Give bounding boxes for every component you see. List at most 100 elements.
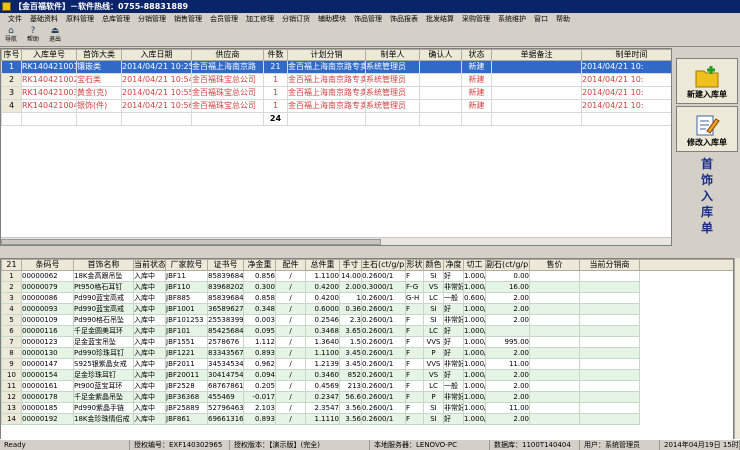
table-cell: 2.00 — [485, 391, 530, 403]
table-cell: 0.3000/1 — [361, 281, 406, 293]
column-header[interactable]: 形状 — [405, 259, 424, 271]
column-header[interactable]: 入库日期 — [121, 49, 192, 61]
column-header[interactable]: 当前分销商 — [579, 259, 640, 271]
table-row[interactable]: 14 00000192 18K金珍珠情侣戒 入库中 JBF861 69661316 0.89… — [1, 413, 734, 425]
table-cell: 1.1100 — [305, 270, 340, 282]
toolbar-help-button[interactable]: ? 帮助 — [22, 25, 44, 47]
column-header[interactable]: 手寸 — [339, 259, 362, 271]
table-cell: 1.000/1 — [463, 270, 486, 282]
table-cell: 85425684 — [207, 325, 244, 337]
table-cell: 金百福珠宝总公司 — [191, 86, 264, 100]
table-row[interactable]: 8 00000130 Pd990珍珠耳钉 入库中 JBF1221 83343567 0.89… — [1, 347, 734, 359]
menu-item[interactable]: 原料管理 — [62, 13, 98, 25]
table-row[interactable]: 1 00000062 18K金高跟吊坠 入库中 JBF11 85839684 0.856/1… — [1, 270, 734, 282]
column-header[interactable]: 净金重 — [243, 259, 276, 271]
column-header[interactable]: 首饰名称 — [73, 259, 134, 271]
menu-item[interactable]: 加工修理 — [242, 13, 278, 25]
table-row[interactable]: 12 00000178 千足金紫晶吊坠 入库中 JBF36368 455469 -0.017… — [1, 391, 734, 403]
column-header[interactable]: 配件 — [275, 259, 306, 271]
column-header[interactable]: 入库单号 — [21, 49, 77, 61]
menu-item[interactable]: 总库管理 — [98, 13, 134, 25]
edit-inbound-button[interactable]: 修改入库单 — [676, 106, 738, 152]
table-row[interactable]: 1 RK140421001 镶嵌类 2014/04/21 10:25 金百福上海南京路 2… — [1, 60, 671, 74]
menu-item[interactable]: 销售管理 — [170, 13, 206, 25]
table-row[interactable]: 5 00000109 Pd990格石吊坠 入库中 JBF101253 25538399 0.… — [1, 314, 734, 326]
table-row[interactable]: 2 00000079 Pt950格石耳钉 入库中 JBF110 83968202 0.300… — [1, 281, 734, 293]
column-header[interactable]: 确认人 — [419, 49, 462, 61]
table-cell: / — [275, 369, 306, 381]
table-cell: 3.56 — [339, 402, 362, 414]
column-header[interactable]: 首饰大类 — [76, 49, 122, 61]
column-header[interactable]: 制单时间 — [581, 49, 671, 61]
table-cell: 2014/04/21 10:55 — [121, 86, 192, 100]
table-row[interactable]: 9 00000147 S925银紫晶女戒 入库中 JBF2011 34534534 0.96… — [1, 358, 734, 370]
column-header[interactable]: 制单人 — [365, 49, 420, 61]
column-header[interactable]: 计划分销 — [287, 49, 366, 61]
column-header[interactable]: 总件重 — [305, 259, 340, 271]
column-header[interactable]: 条码号 — [21, 259, 74, 271]
menu-item[interactable]: 饰品报表 — [386, 13, 422, 25]
column-header[interactable]: 售价 — [529, 259, 580, 271]
menu-item[interactable]: 饰品管理 — [350, 13, 386, 25]
upper-horizontal-scrollbar[interactable] — [1, 237, 671, 245]
table-cell: 2014/04/21 10:25 — [121, 60, 192, 74]
table-cell: 00000093 — [21, 303, 74, 315]
table-row[interactable]: 7 00000123 足金蓝宝吊坠 入库中 JBF1551 2578676 1.112/1.… — [1, 336, 734, 348]
vertical-title: 首饰入库单 — [699, 156, 715, 236]
menu-item[interactable]: 窗口 — [530, 13, 552, 25]
toolbar-navigate-button[interactable]: ⌂ 导航 — [0, 25, 22, 47]
table-row[interactable]: 13 00000185 Pd990紫晶手链 入库中 JBF25889 52796463 2.… — [1, 402, 734, 414]
table-cell: / — [275, 347, 306, 359]
table-row[interactable]: 3 RK140421003 黄金(克) 2014/04/21 10:55 金百福珠宝总公… — [1, 86, 671, 100]
table-row[interactable]: 11 00000161 Pt900蓝宝耳环 入库中 JBF2528 68767861 0.2… — [1, 380, 734, 392]
column-header[interactable]: 单据备注 — [491, 49, 582, 61]
column-header[interactable]: 状态 — [461, 49, 492, 61]
column-header[interactable]: 证书号 — [207, 259, 244, 271]
lower-vertical-scrollbar[interactable] — [734, 258, 740, 440]
table-cell: 3.45 — [339, 358, 362, 370]
table-cell: 0.893 — [243, 347, 276, 359]
table-row[interactable]: 2 RK140421002 宝石类 2014/04/21 10:54 金百福珠宝总公司 1… — [1, 73, 671, 87]
table-cell: Pt950格石耳钉 — [73, 281, 134, 293]
table-cell: 213 — [339, 380, 362, 392]
menu-item[interactable]: 分销管理 — [134, 13, 170, 25]
table-row[interactable]: 10 00000154 足金珍珠耳钉 入库中 JBF20011 30414754 0.094… — [1, 369, 734, 381]
table-row[interactable]: 6 00000116 千足金圆美耳环 入库中 JBF101 85425684 0.095/0… — [1, 325, 734, 337]
menu-item[interactable]: 批发结算 — [422, 13, 458, 25]
table-cell: 1.000/1 — [463, 281, 486, 293]
column-header[interactable]: 切工 — [463, 259, 486, 271]
menu-item[interactable]: 系统维护 — [494, 13, 530, 25]
table-cell: 455469 — [207, 391, 244, 403]
table-cell: 14 — [1, 413, 22, 425]
column-header[interactable]: 副石(ct/g/p) — [485, 259, 530, 271]
scrollbar-thumb[interactable] — [1, 239, 381, 245]
table-row[interactable]: 4 00000093 Pd990蓝宝高戒 入库中 JBF1001 36589627 0.34… — [1, 303, 734, 315]
menu-item[interactable]: 文件 — [4, 13, 26, 25]
table-cell: 56.6 — [339, 391, 362, 403]
column-header[interactable]: 供应商 — [191, 49, 264, 61]
table-cell: 2.00 — [485, 380, 530, 392]
column-header[interactable]: 序号 — [1, 49, 22, 61]
column-header[interactable]: 厂家款号 — [165, 259, 208, 271]
table-cell: F — [405, 413, 424, 425]
menu-item[interactable]: 基础资料 — [26, 13, 62, 25]
menu-item[interactable]: 分销订货 — [278, 13, 314, 25]
table-cell: 入库中 — [133, 380, 166, 392]
new-inbound-button[interactable]: 新建入库单 — [676, 58, 738, 104]
menu-item[interactable]: 采购管理 — [458, 13, 494, 25]
toolbar-exit-button[interactable]: ⏏ 退出 — [44, 25, 66, 47]
table-cell — [529, 413, 580, 425]
menu-item[interactable]: 辅助模块 — [314, 13, 350, 25]
column-header[interactable]: 颜色 — [423, 259, 444, 271]
column-header[interactable]: 件数 — [263, 49, 288, 61]
table-row[interactable]: 3 00000086 Pd990蓝宝高戒 入库中 JBF885 85839684 0.858… — [1, 292, 734, 304]
column-header[interactable]: 净度 — [443, 259, 464, 271]
menu-item[interactable]: 会员管理 — [206, 13, 242, 25]
column-header[interactable]: 主石(ct/g/p) — [361, 259, 406, 271]
table-cell: 1.3640 — [305, 336, 340, 348]
table-row[interactable]: 4 RK140421004 银饰(件) 2014/04/21 10:56 金百福珠宝总公… — [1, 99, 671, 113]
column-header[interactable]: 当前状态 — [133, 259, 166, 271]
table-cell: F-G — [405, 281, 424, 293]
table-cell: / — [275, 358, 306, 370]
menu-item[interactable]: 帮助 — [552, 13, 574, 25]
